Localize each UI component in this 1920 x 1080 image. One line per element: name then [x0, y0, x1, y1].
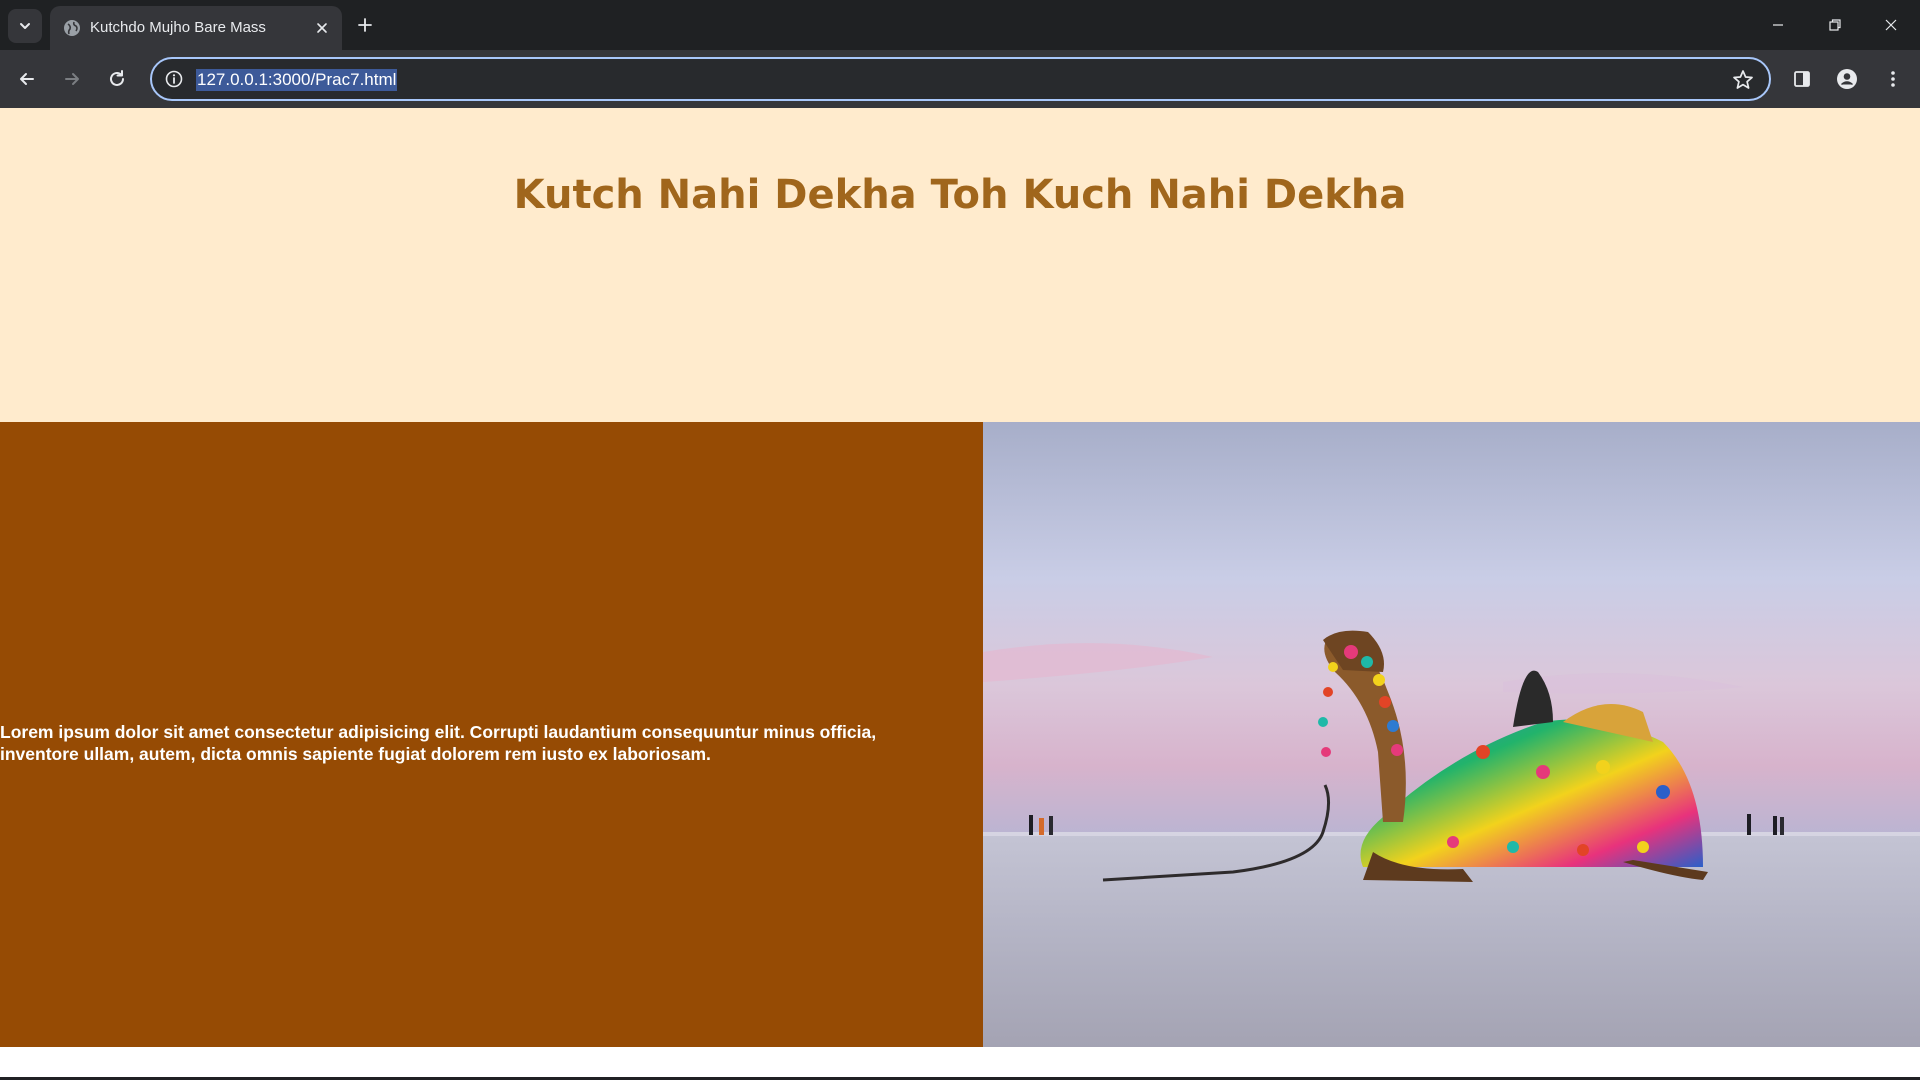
text-panel: Lorem ipsum dolor sit amet consectetur a… [0, 422, 983, 1047]
hero-section: Kutch Nahi Dekha Toh Kuch Nahi Dekha [0, 108, 1920, 422]
profile-button[interactable] [1829, 61, 1865, 97]
chevron-down-icon [20, 23, 30, 29]
side-panel-button[interactable] [1784, 61, 1820, 97]
arrow-right-icon [65, 73, 79, 85]
restore-button[interactable] [1806, 0, 1864, 50]
reload-icon [110, 70, 124, 86]
page-title: Kutch Nahi Dekha Toh Kuch Nahi Dekha [513, 172, 1407, 218]
close-window-button[interactable] [1862, 0, 1920, 50]
close-icon [317, 23, 327, 33]
minimize-button[interactable] [1749, 0, 1807, 50]
info-icon[interactable] [164, 69, 184, 89]
tab-strip: Kutchdo Mujho Bare Mass [0, 0, 1920, 50]
kebab-menu-icon [1891, 71, 1895, 87]
arrow-left-icon [20, 73, 34, 85]
forward-button[interactable] [54, 61, 90, 97]
minimize-icon [1773, 24, 1783, 26]
content-split-section: Lorem ipsum dolor sit amet consectetur a… [0, 422, 1920, 1047]
address-bar[interactable]: 127.0.0.1:3000/Prac7.html [150, 57, 1771, 101]
page-viewport: Kutch Nahi Dekha Toh Kuch Nahi Dekha Lor… [0, 108, 1920, 1080]
camel-image [983, 422, 1920, 1047]
close-icon [1885, 19, 1897, 31]
side-panel-icon [1794, 71, 1810, 87]
restore-icon [1829, 19, 1841, 31]
tab-title: Kutchdo Mujho Bare Mass [90, 19, 266, 36]
star-icon[interactable] [1731, 68, 1755, 92]
profile-icon [1837, 69, 1857, 89]
globe-icon [64, 20, 80, 36]
back-button[interactable] [9, 61, 45, 97]
new-tab-button[interactable] [352, 12, 378, 38]
lorem-paragraph: Lorem ipsum dolor sit amet consectetur a… [0, 722, 877, 764]
tab-search-button[interactable] [8, 9, 42, 43]
tab-close-button[interactable] [312, 18, 332, 38]
url-text[interactable]: 127.0.0.1:3000/Prac7.html [196, 69, 398, 91]
camel-photo [983, 422, 1920, 1047]
reload-button[interactable] [99, 61, 135, 97]
browser-menu-button[interactable] [1875, 61, 1911, 97]
browser-tab-active[interactable]: Kutchdo Mujho Bare Mass [50, 6, 342, 50]
plus-icon [358, 18, 372, 32]
browser-toolbar: 127.0.0.1:3000/Prac7.html [0, 50, 1920, 108]
